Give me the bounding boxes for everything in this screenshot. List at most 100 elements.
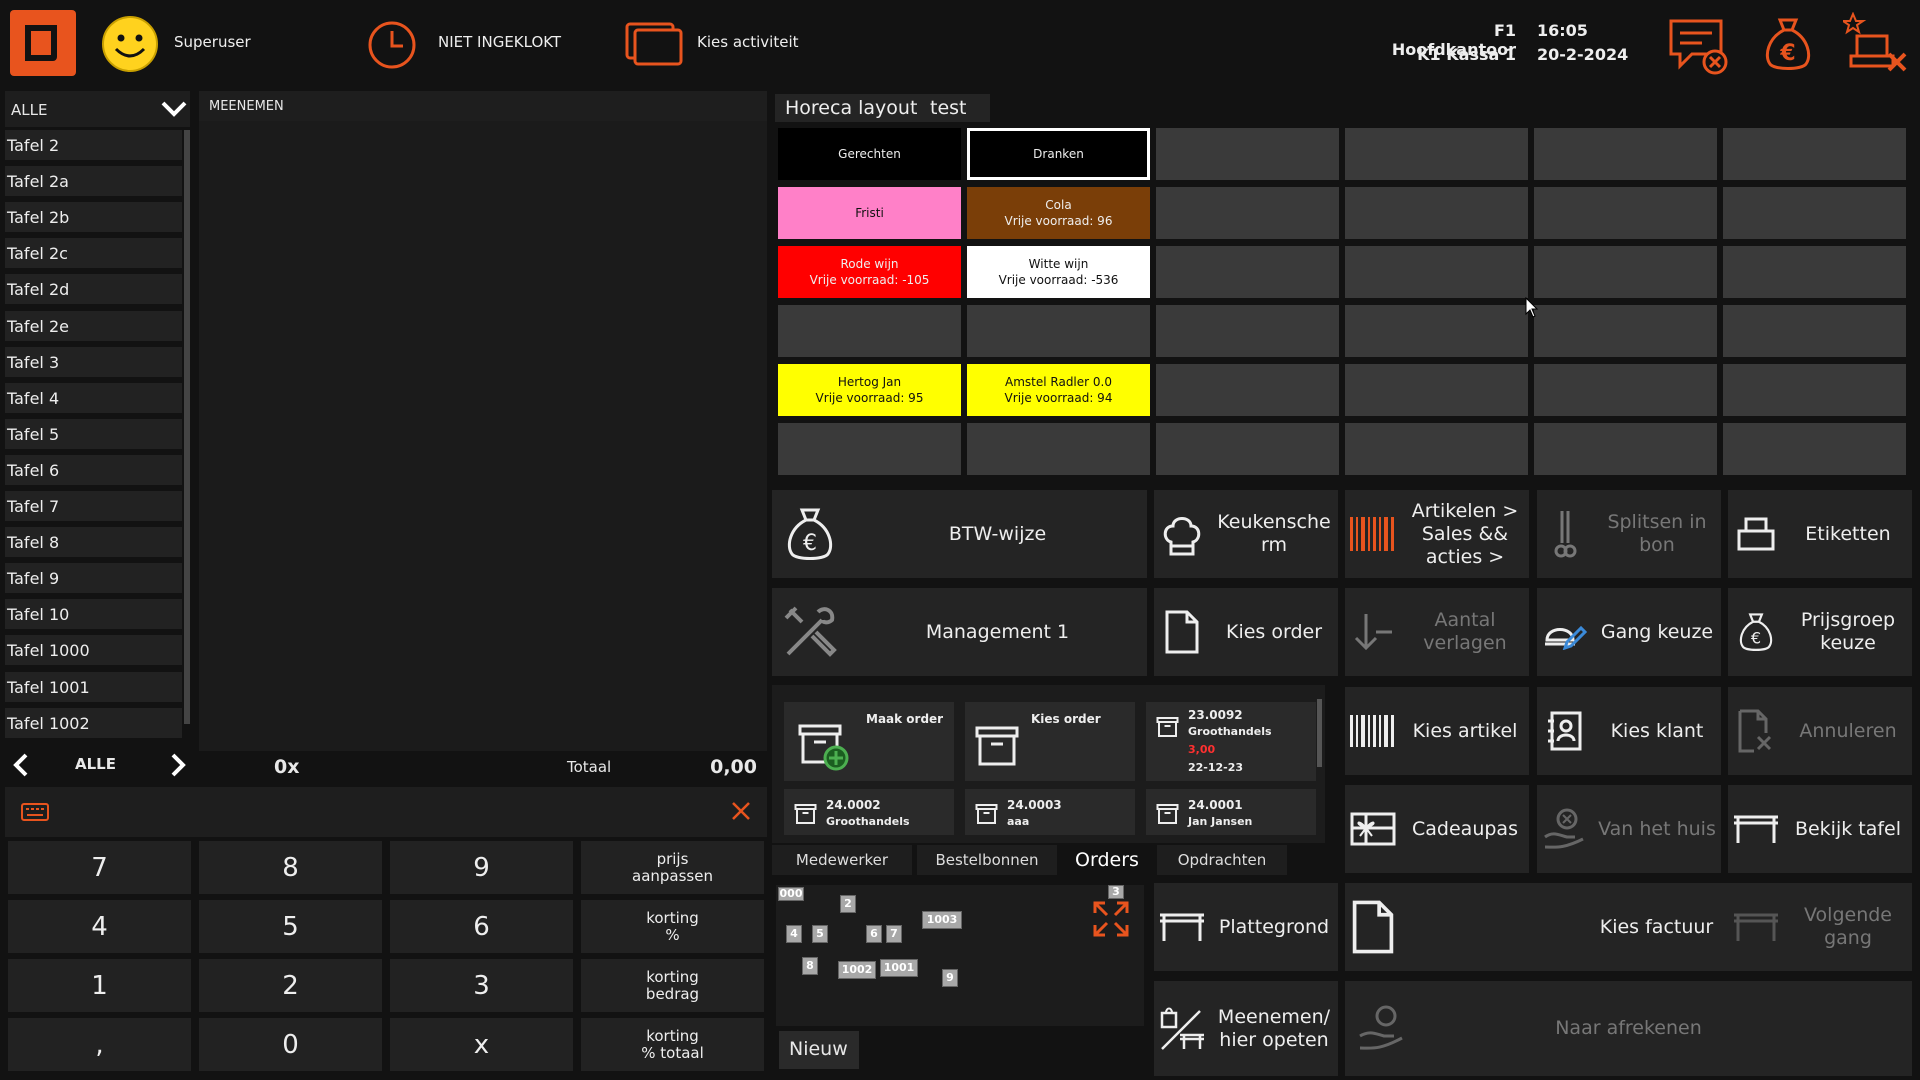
numpad-function-key[interactable]: korting bedrag xyxy=(581,959,764,1012)
numpad-key[interactable]: 1 xyxy=(8,959,191,1012)
table-list-scrollbar[interactable] xyxy=(184,130,190,724)
empty-grid-cell[interactable] xyxy=(1156,423,1339,475)
numpad-key[interactable]: 6 xyxy=(390,900,573,953)
numpad-key[interactable]: x xyxy=(390,1018,573,1071)
numpad-key[interactable]: 7 xyxy=(8,841,191,894)
tab-medewerker[interactable]: Medewerker xyxy=(772,845,912,875)
table-list-item[interactable]: Tafel 5 xyxy=(5,418,182,452)
table-list-item[interactable]: Tafel 3 xyxy=(5,346,182,380)
activity-label[interactable]: Kies activiteit xyxy=(697,33,799,51)
clock-status[interactable]: NIET INGEKLOKT xyxy=(438,33,561,51)
table-list-item[interactable]: Tafel 10 xyxy=(5,599,182,633)
cadeaupas-button[interactable]: Cadeaupas xyxy=(1345,785,1529,873)
table-list-item[interactable]: Tafel 7 xyxy=(5,491,182,524)
minimap-table[interactable]: 5 xyxy=(812,925,828,943)
tab-orders[interactable]: Orders xyxy=(1062,845,1152,875)
product-button[interactable]: Fristi xyxy=(778,187,961,239)
empty-grid-cell[interactable] xyxy=(1345,246,1528,298)
numpad-function-key[interactable]: prijs aanpassen xyxy=(581,841,764,894)
minimap-table[interactable]: 2 xyxy=(840,895,856,913)
table-list-item[interactable]: Tafel 9 xyxy=(5,563,182,597)
kies-order-card[interactable]: Kies order xyxy=(965,702,1135,781)
kies-artikel-button[interactable]: Kies artikel xyxy=(1345,687,1529,775)
numpad-key[interactable]: 9 xyxy=(390,841,573,894)
aantal-verlagen-button[interactable]: Aantal verlagen xyxy=(1345,588,1529,676)
empty-grid-cell[interactable] xyxy=(1156,305,1339,357)
activity-icon[interactable] xyxy=(625,20,683,66)
empty-grid-cell[interactable] xyxy=(1345,423,1528,475)
empty-grid-cell[interactable] xyxy=(1156,246,1339,298)
floorplan-minimap[interactable]: 000 2 1003 4 5 6 7 8 1002 1001 9 3 xyxy=(776,885,1144,1026)
product-button[interactable]: Rode wijn Vrije voorraad: -105 xyxy=(778,246,961,298)
empty-grid-cell[interactable] xyxy=(778,305,961,357)
empty-grid-cell[interactable] xyxy=(1534,246,1717,298)
register-cancel-icon[interactable] xyxy=(1843,12,1911,76)
empty-grid-cell[interactable] xyxy=(967,305,1150,357)
numpad-key[interactable]: 4 xyxy=(8,900,191,953)
user-name[interactable]: Superuser xyxy=(174,33,251,51)
annuleren-button[interactable]: Annuleren xyxy=(1728,687,1912,775)
minimap-table[interactable]: 8 xyxy=(802,957,818,975)
empty-grid-cell[interactable] xyxy=(1723,187,1906,239)
order-card-23-0092[interactable]: 23.0092 Groothandels 3,00 22-12-23 xyxy=(1146,702,1316,781)
van-het-huis-button[interactable]: Van het huis xyxy=(1537,785,1721,873)
empty-grid-cell[interactable] xyxy=(1723,128,1906,180)
maak-order-card[interactable]: Maak order xyxy=(784,702,954,781)
table-list-item[interactable]: Tafel 6 xyxy=(5,454,182,488)
bekijk-tafel-button[interactable]: Bekijk tafel xyxy=(1728,785,1912,873)
naar-afrekenen-button[interactable]: Naar afrekenen xyxy=(1345,981,1912,1076)
btw-wijze-button[interactable]: € BTW-wijze xyxy=(772,490,1147,578)
numpad-key[interactable]: , xyxy=(8,1018,191,1071)
app-logo[interactable] xyxy=(10,10,76,76)
minimap-table[interactable]: 000 xyxy=(778,887,804,901)
tab-horeca-layout[interactable]: Horeca layout xyxy=(785,97,917,119)
clock-icon[interactable] xyxy=(367,20,417,70)
empty-grid-cell[interactable] xyxy=(1723,423,1906,475)
tab-test[interactable]: test xyxy=(930,97,967,119)
user-avatar-icon[interactable] xyxy=(101,15,159,73)
message-cancel-icon[interactable] xyxy=(1668,18,1730,76)
keukenscherm-button[interactable]: Keukensche rm xyxy=(1154,490,1338,578)
empty-grid-cell[interactable] xyxy=(1723,246,1906,298)
minimap-table[interactable]: 7 xyxy=(886,925,902,943)
table-list-item[interactable]: Tafel 1002 xyxy=(5,707,182,741)
table-list-item[interactable]: Tafel 2c xyxy=(5,238,182,272)
table-list-item[interactable]: Tafel 4 xyxy=(5,382,182,416)
table-list-item[interactable]: Tafel 2b xyxy=(5,202,182,236)
order-card-24-0002[interactable]: 24.0002 Groothandels xyxy=(784,789,954,835)
table-filter-dropdown[interactable]: ALLE xyxy=(5,91,190,127)
empty-grid-cell[interactable] xyxy=(1534,305,1717,357)
empty-grid-cell[interactable] xyxy=(1345,187,1528,239)
numpad-key[interactable]: 5 xyxy=(199,900,382,953)
numpad-key[interactable]: 3 xyxy=(390,959,573,1012)
product-button[interactable]: Hertog Jan Vrije voorraad: 95 xyxy=(778,364,961,416)
volgende-gang-button[interactable]: Volgende gang xyxy=(1728,883,1912,971)
orders-scrollbar[interactable] xyxy=(1317,699,1322,767)
meenemen-button[interactable]: Meenemen/ hier opeten xyxy=(1154,981,1338,1076)
minimap-table[interactable]: 1001 xyxy=(880,959,918,977)
table-list-item[interactable]: Tafel 2 xyxy=(5,130,182,163)
expand-icon[interactable] xyxy=(1091,899,1131,939)
empty-grid-cell[interactable] xyxy=(1534,423,1717,475)
keyboard-icon[interactable] xyxy=(21,803,49,821)
table-list-item[interactable]: Tafel 8 xyxy=(5,527,182,561)
numpad-key[interactable]: 8 xyxy=(199,841,382,894)
numpad-key[interactable]: 0 xyxy=(199,1018,382,1071)
empty-grid-cell[interactable] xyxy=(1156,364,1339,416)
empty-grid-cell[interactable] xyxy=(967,423,1150,475)
empty-grid-cell[interactable] xyxy=(1345,128,1528,180)
money-bag-icon[interactable]: € xyxy=(1762,16,1814,72)
empty-grid-cell[interactable] xyxy=(1723,364,1906,416)
minimap-table[interactable]: 6 xyxy=(866,925,882,943)
numpad-input-field[interactable] xyxy=(5,787,767,837)
empty-grid-cell[interactable] xyxy=(1156,128,1339,180)
splitsen-button[interactable]: Splitsen in bon xyxy=(1537,490,1721,578)
empty-grid-cell[interactable] xyxy=(1534,128,1717,180)
empty-grid-cell[interactable] xyxy=(1345,364,1528,416)
artikelen-sales-button[interactable]: Artikelen > Sales && acties > xyxy=(1345,490,1529,578)
clear-input-icon[interactable] xyxy=(730,800,752,822)
new-order-button[interactable]: Nieuw xyxy=(779,1031,859,1069)
empty-grid-cell[interactable] xyxy=(1534,187,1717,239)
tab-opdrachten[interactable]: Opdrachten xyxy=(1157,845,1287,875)
empty-grid-cell[interactable] xyxy=(778,423,961,475)
